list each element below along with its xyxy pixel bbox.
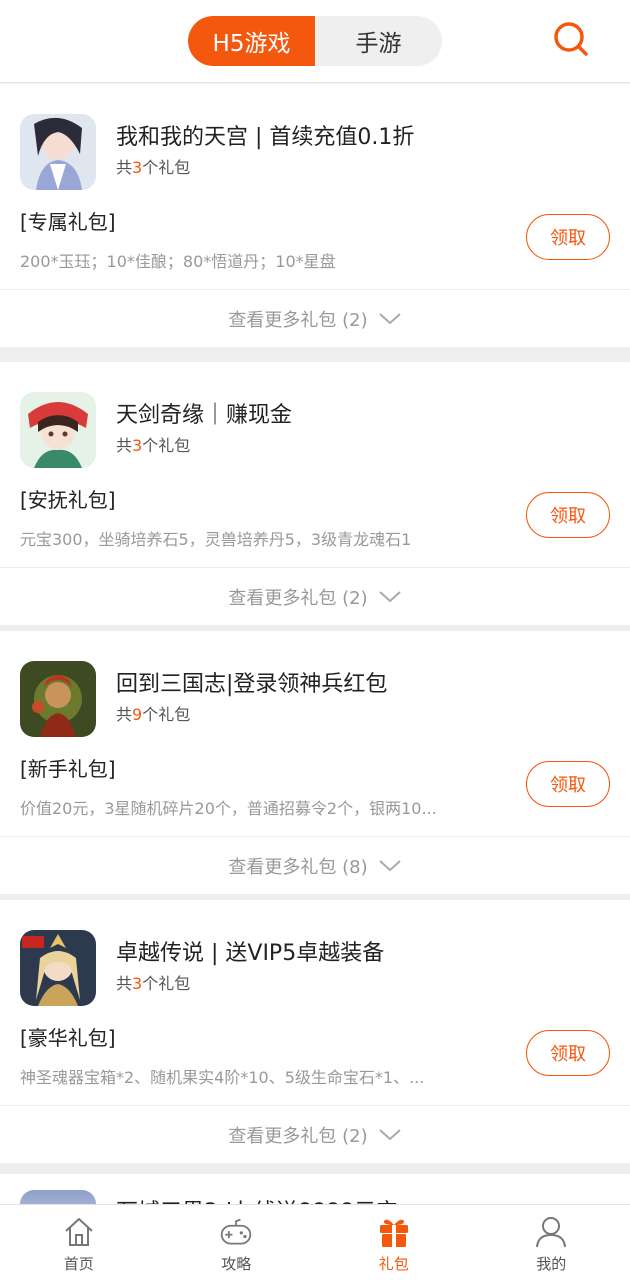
gift-count-suffix: 个礼包 (142, 436, 191, 455)
gift-count: 共9个礼包 (116, 701, 190, 725)
gift-description: 200*玉珏；10*佳酿；80*悟道丹；10*星盘 (20, 252, 336, 271)
view-more-label: 查看更多礼包 (2) (228, 1125, 368, 1147)
claim-button[interactable]: 领取 (526, 761, 610, 807)
view-more-gifts[interactable]: 查看更多礼包 (2) (0, 568, 630, 625)
gift-count: 共3个礼包 (116, 970, 190, 994)
claim-button[interactable]: 领取 (526, 214, 610, 260)
game-title: 回到三国志|登录领神兵红包 (116, 672, 388, 697)
gift-count-suffix: 个礼包 (142, 705, 191, 724)
tab-h5-games[interactable]: H5游戏 (188, 16, 315, 66)
gift-card: 卓越传说 | 送VIP5卓越装备 共3个礼包 [豪华礼包] 神圣魂器宝箱*2、随… (0, 900, 630, 1163)
nav-label: 攻略 (221, 1255, 252, 1273)
search-button[interactable] (548, 18, 594, 64)
category-switch: H5游戏 手游 (188, 16, 442, 66)
nav-item-home[interactable]: 首页 (0, 1205, 158, 1280)
gift-card: 我和我的天宫 | 首续充值0.1折 共3个礼包 [专属礼包] 200*玉珏；10… (0, 84, 630, 347)
home-icon (62, 1215, 96, 1249)
gift-name: [新手礼包] (20, 757, 116, 781)
gift-card: 回到三国志|登录领神兵红包 共9个礼包 [新手礼包] 价值20元，3星随机碎片2… (0, 631, 630, 894)
game-icon[interactable] (20, 930, 96, 1006)
view-more-label: 查看更多礼包 (2) (228, 587, 368, 609)
gift-count: 共3个礼包 (116, 432, 190, 456)
game-icon[interactable] (20, 392, 96, 468)
gift-count-suffix: 个礼包 (142, 158, 191, 177)
nav-item-profile[interactable]: 我的 (473, 1205, 630, 1280)
claim-button[interactable]: 领取 (526, 1030, 610, 1076)
chevron-down-icon (378, 1128, 402, 1142)
gamepad-icon (219, 1215, 253, 1249)
view-more-gifts[interactable]: 查看更多礼包 (8) (0, 837, 630, 894)
view-more-gifts[interactable]: 查看更多礼包 (2) (0, 290, 630, 347)
gift-count-prefix: 共 (116, 705, 133, 724)
nav-label: 礼包 (378, 1255, 409, 1273)
gift-description: 价值20元，3星随机碎片20个，普通招募令2个，银两10... (20, 799, 437, 818)
bottom-nav: 首页 攻略 礼包 我的 (0, 1204, 630, 1280)
game-icon[interactable] (20, 661, 96, 737)
view-more-gifts[interactable]: 查看更多礼包 (2) (0, 1106, 630, 1163)
nav-label: 我的 (536, 1255, 567, 1273)
gift-name: [安抚礼包] (20, 488, 116, 512)
view-more-label: 查看更多礼包 (8) (228, 856, 368, 878)
gift-count-number: 3 (132, 974, 143, 993)
view-more-label: 查看更多礼包 (2) (228, 309, 368, 331)
gift-count-prefix: 共 (116, 974, 133, 993)
game-title: 天剑奇缘｜赚现金 (116, 403, 293, 428)
claim-button[interactable]: 领取 (526, 492, 610, 538)
search-icon (552, 20, 590, 62)
game-title: 卓越传说 | 送VIP5卓越装备 (116, 941, 385, 966)
gift-count-prefix: 共 (116, 436, 133, 455)
gift-count-number: 3 (132, 158, 143, 177)
gift-icon (377, 1215, 411, 1249)
user-icon (534, 1215, 568, 1249)
gift-count-number: 3 (132, 436, 143, 455)
gift-count-prefix: 共 (116, 158, 133, 177)
nav-item-guides[interactable]: 攻略 (158, 1205, 316, 1280)
gift-name: [专属礼包] (20, 210, 116, 234)
nav-item-gifts[interactable]: 礼包 (315, 1205, 473, 1280)
gift-count: 共3个礼包 (116, 154, 190, 178)
nav-label: 首页 (63, 1255, 94, 1273)
gift-count-number: 9 (132, 705, 143, 724)
app-root: H5游戏 手游 我和我的天宫 | 首续充值0.1折 共3个礼包 [专属礼包] 2… (0, 0, 630, 1280)
chevron-down-icon (378, 590, 402, 604)
gift-count-suffix: 个礼包 (142, 974, 191, 993)
game-icon[interactable] (20, 114, 96, 190)
chevron-down-icon (378, 859, 402, 873)
chevron-down-icon (378, 312, 402, 326)
tab-mobile-games[interactable]: 手游 (315, 16, 442, 66)
top-header: H5游戏 手游 (0, 0, 630, 83)
gift-name: [豪华礼包] (20, 1026, 116, 1050)
gift-description: 元宝300，坐骑培养石5，灵兽培养丹5，3级青龙魂石1 (20, 530, 412, 549)
game-title: 我和我的天宫 | 首续充值0.1折 (116, 125, 415, 150)
gift-description: 神圣魂器宝箱*2、随机果实4阶*10、5级生命宝石*1、... (20, 1068, 425, 1087)
gift-card: 天剑奇缘｜赚现金 共3个礼包 [安抚礼包] 元宝300，坐骑培养石5，灵兽培养丹… (0, 362, 630, 625)
